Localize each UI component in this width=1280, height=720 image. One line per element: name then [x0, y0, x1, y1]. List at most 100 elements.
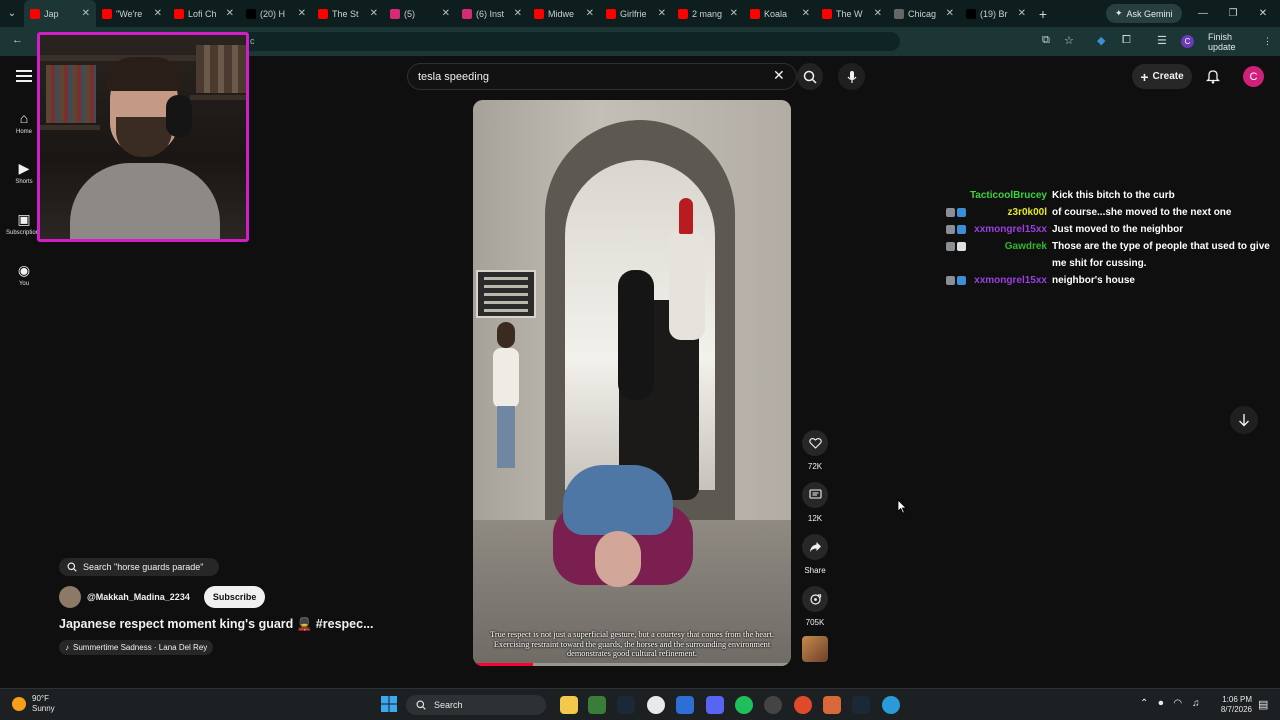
- steam-icon[interactable]: [617, 696, 635, 714]
- related-search-chip[interactable]: Search "horse guards parade": [59, 558, 219, 576]
- audio-source-thumbnail[interactable]: [802, 636, 828, 662]
- tab-label: Chicag: [908, 8, 937, 19]
- app-icon-circle[interactable]: [882, 696, 900, 714]
- share-button[interactable]: Share: [800, 534, 830, 575]
- browser-tab[interactable]: The W ✕: [816, 0, 888, 27]
- chat-badges: [930, 204, 966, 221]
- plus-icon: +: [1140, 68, 1149, 85]
- tab-close-icon[interactable]: ✕: [730, 8, 738, 19]
- shorts-video-player[interactable]: True respect is not just a superficial g…: [473, 100, 791, 666]
- tab-close-icon[interactable]: ✕: [874, 8, 882, 19]
- tab-close-icon[interactable]: ✕: [658, 8, 666, 19]
- app-icon-blue[interactable]: [676, 696, 694, 714]
- music-chip[interactable]: ♪ Summertime Sadness · Lana Del Rey: [59, 640, 214, 655]
- tray-mic-icon[interactable]: ⏺: [1158, 698, 1163, 709]
- weather-widget[interactable]: 90°F Sunny: [12, 694, 55, 714]
- browser-tab[interactable]: (6) Inst ✕: [456, 0, 528, 27]
- notifications-bell-icon[interactable]: [1205, 68, 1221, 89]
- spotify-icon[interactable]: [735, 696, 753, 714]
- chat-message: TacticoolBrucey Kick this bitch to the cu…: [930, 187, 1275, 204]
- discord-icon[interactable]: [706, 696, 724, 714]
- close-window-icon[interactable]: ✕: [1248, 0, 1278, 27]
- tab-close-icon[interactable]: ✕: [514, 8, 522, 19]
- notification-center-icon[interactable]: ▤: [1258, 698, 1268, 711]
- browser-tab[interactable]: Girlfrie ✕: [600, 0, 672, 27]
- tab-search-chevron-icon[interactable]: ⌄: [0, 0, 24, 27]
- browser-tab[interactable]: The St ✕: [312, 0, 384, 27]
- browser-tab[interactable]: (20) H ✕: [240, 0, 312, 27]
- browser-tab[interactable]: (5) ✕: [384, 0, 456, 27]
- chat-text: neighbor's house: [1052, 275, 1135, 286]
- tab-close-icon[interactable]: ✕: [154, 8, 162, 19]
- chrome-active-icon[interactable]: [794, 696, 812, 714]
- tab-favicon-icon: [102, 8, 112, 19]
- browser-profile-avatar[interactable]: C: [1181, 35, 1194, 48]
- browser-tab[interactable]: Lofi Ch ✕: [168, 0, 240, 27]
- channel-avatar[interactable]: [59, 586, 81, 608]
- browser-tab[interactable]: Koala ✕: [744, 0, 816, 27]
- tab-close-icon[interactable]: ✕: [226, 8, 234, 19]
- next-video-button[interactable]: [1230, 406, 1258, 434]
- steam-icon-2[interactable]: [852, 696, 870, 714]
- back-arrow-icon[interactable]: ←: [12, 34, 23, 46]
- subscribe-button[interactable]: Subscribe: [203, 586, 266, 608]
- tab-close-icon[interactable]: ✕: [370, 8, 378, 19]
- sidebar-item-you[interactable]: ◉ You: [0, 262, 48, 287]
- windows-start-icon[interactable]: [381, 696, 399, 714]
- new-tab-button[interactable]: +: [1032, 6, 1054, 22]
- ask-gemini-button[interactable]: ✦ Ask Gemini: [1106, 4, 1182, 23]
- settings-gear-icon[interactable]: [764, 696, 782, 714]
- minimize-window-icon[interactable]: —: [1188, 0, 1218, 27]
- install-app-icon[interactable]: ⧉: [1042, 34, 1050, 47]
- tab-favicon-icon: [30, 8, 40, 19]
- tab-close-icon[interactable]: ✕: [802, 8, 810, 19]
- browser-tab[interactable]: Jap ✕: [24, 0, 96, 27]
- app-icon-orange[interactable]: [823, 696, 841, 714]
- browser-tab[interactable]: "We're ✕: [96, 0, 168, 27]
- chat-username[interactable]: xxmongrel15xx: [969, 272, 1047, 289]
- clear-search-icon[interactable]: ✕: [773, 67, 785, 84]
- address-bar[interactable]: c: [240, 32, 900, 51]
- volume-icon[interactable]: ♫: [1192, 698, 1200, 709]
- tab-close-icon[interactable]: ✕: [442, 8, 450, 19]
- tab-close-icon[interactable]: ✕: [1018, 8, 1026, 19]
- chat-badge-icon: [946, 225, 955, 234]
- extensions-puzzle-icon[interactable]: ⧠: [1122, 34, 1131, 47]
- browser-tab[interactable]: Midwe ✕: [528, 0, 600, 27]
- video-progress-bar[interactable]: [473, 663, 791, 666]
- tab-close-icon[interactable]: ✕: [586, 8, 594, 19]
- wifi-icon[interactable]: ◠: [1173, 698, 1182, 709]
- chat-username[interactable]: TacticoolBrucey: [969, 187, 1047, 204]
- tab-groups-icon[interactable]: ☰: [1157, 34, 1167, 47]
- browser-tab[interactable]: 2 mang ✕: [672, 0, 744, 27]
- chat-username[interactable]: z3r0k00l: [969, 204, 1047, 221]
- create-button[interactable]: + Create: [1132, 64, 1192, 89]
- bookmark-star-icon[interactable]: ☆: [1064, 34, 1074, 47]
- remix-button[interactable]: 705K: [800, 586, 830, 627]
- chat-username[interactable]: xxmongrel15xx: [969, 221, 1047, 238]
- youtube-account-avatar[interactable]: C: [1243, 66, 1264, 87]
- restore-window-icon[interactable]: ❐: [1218, 0, 1248, 27]
- like-button[interactable]: 72K: [800, 430, 830, 471]
- tab-close-icon[interactable]: ✕: [946, 8, 954, 19]
- taskbar-search[interactable]: Search: [406, 695, 546, 715]
- channel-name[interactable]: @Makkah_Madina_2234: [87, 592, 190, 602]
- extension-icon[interactable]: ◆: [1097, 34, 1105, 47]
- app-icon-green[interactable]: [588, 696, 606, 714]
- search-input[interactable]: tesla speeding: [407, 63, 797, 90]
- hamburger-menu-icon[interactable]: [16, 70, 32, 82]
- video-title[interactable]: Japanese respect moment king's guard 💂 #…: [59, 617, 389, 632]
- comments-button[interactable]: 12K: [800, 482, 830, 523]
- tab-close-icon[interactable]: ✕: [82, 8, 90, 19]
- chrome-icon[interactable]: [647, 696, 665, 714]
- voice-search-button[interactable]: [838, 63, 865, 90]
- taskbar-clock[interactable]: 1:06 PM 8/7/2026: [1212, 695, 1252, 715]
- file-explorer-icon[interactable]: [560, 696, 578, 714]
- chat-username[interactable]: Gawdrek: [969, 238, 1047, 272]
- finish-update-button[interactable]: Finish update ⋮: [1200, 32, 1280, 52]
- search-button[interactable]: [797, 63, 823, 90]
- tab-close-icon[interactable]: ✕: [298, 8, 306, 19]
- browser-tab[interactable]: Chicag ✕: [888, 0, 960, 27]
- tray-chevron-icon[interactable]: ⌃: [1140, 698, 1148, 709]
- browser-tab[interactable]: (19) Br ✕: [960, 0, 1032, 27]
